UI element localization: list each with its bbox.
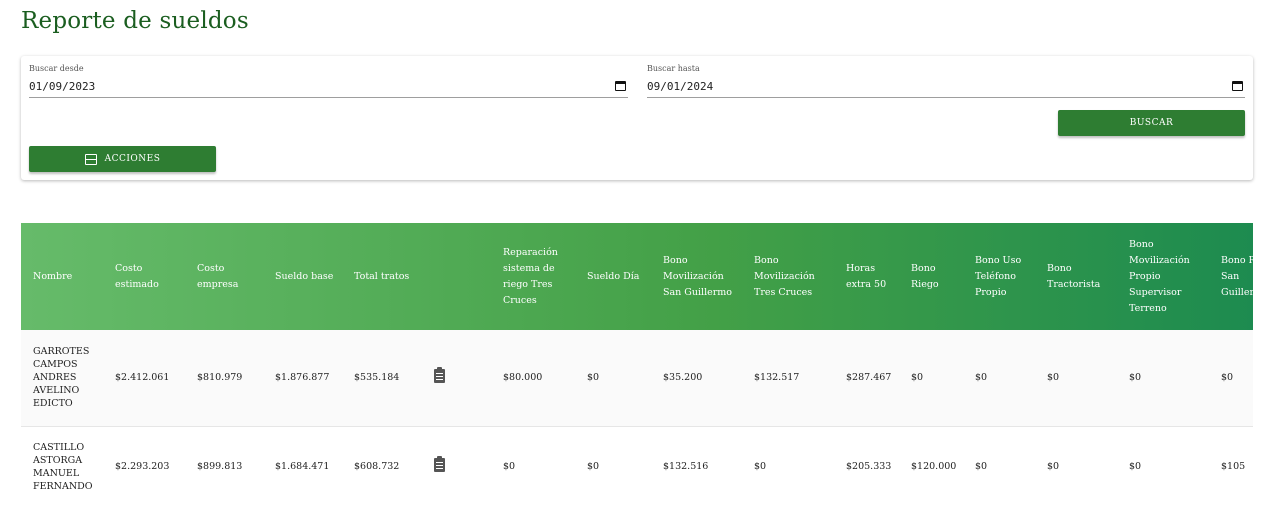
column-header[interactable]: Bono Movilización Tres Cruces	[742, 223, 834, 330]
clipboard-icon[interactable]	[434, 366, 445, 383]
calendar-icon[interactable]	[1232, 81, 1243, 91]
table-cell: $0	[1129, 461, 1142, 472]
table-cell: $120.000	[911, 461, 957, 472]
search-from-input[interactable]: 01/09/2023	[29, 78, 628, 98]
search-from-label: Buscar desde	[29, 64, 84, 73]
table-cell: $132.516	[663, 461, 709, 472]
table-header-row: Nombre Costo estimado Costo empresa Suel…	[21, 223, 1253, 330]
table-cell: $0	[1221, 372, 1234, 384]
table-row: GARROTES CAMPOS ANDRES AVELINO EDICTO $2…	[21, 330, 1253, 426]
table-cell: $0	[587, 372, 600, 384]
page-title: Reporte de sueldos	[21, 8, 249, 34]
table-cell: $1.876.877	[275, 372, 330, 384]
column-header[interactable]: Total tratos	[342, 223, 422, 330]
actions-button[interactable]: ACCIONES	[29, 146, 216, 172]
table-cell: $132.517	[754, 372, 800, 384]
calendar-icon[interactable]	[615, 81, 626, 91]
column-header[interactable]: Sueldo Día	[575, 223, 651, 330]
table-cell-action	[422, 330, 491, 426]
salary-table-container[interactable]: Nombre Costo estimado Costo empresa Suel…	[21, 223, 1253, 507]
table-cell: $287.467	[846, 372, 892, 384]
table-cell: $2.412.061	[115, 372, 170, 384]
table-cell: $0	[754, 461, 767, 472]
table-cell: $0	[975, 461, 988, 472]
table-row: CASTILLO ASTORGA MANUEL FERNANDO $2.293.…	[21, 426, 1253, 507]
search-from-field[interactable]: Buscar desde 01/09/2023	[29, 64, 628, 98]
table-cell: $0	[1129, 372, 1142, 384]
search-to-field[interactable]: Buscar hasta 09/01/2024	[647, 64, 1245, 98]
table-cell: $0	[503, 461, 516, 472]
column-header[interactable]: Bono Tractorista	[1035, 223, 1117, 330]
column-header[interactable]: Bono Movilización Propio Supervisor Terr…	[1117, 223, 1209, 330]
table-cell: $205.333	[846, 461, 892, 472]
inbox-icon	[84, 153, 97, 165]
table-cell-name: GARROTES CAMPOS ANDRES AVELINO EDICTO	[33, 346, 90, 410]
column-header[interactable]: Bono Movilización San Guillermo	[651, 223, 742, 330]
table-cell-name: CASTILLO ASTORGA MANUEL FERNANDO	[33, 441, 93, 492]
search-button[interactable]: BUSCAR	[1058, 110, 1245, 136]
table-cell: $810.979	[197, 372, 243, 384]
column-header[interactable]: Costo empresa	[185, 223, 263, 330]
table-cell: $1.684.471	[275, 461, 330, 472]
table-cell: $0	[587, 461, 600, 472]
table-cell: $535.184	[354, 372, 400, 384]
table-cell: $899.813	[197, 461, 243, 472]
column-header[interactable]: Sueldo base	[263, 223, 342, 330]
table-cell: $0	[1047, 461, 1060, 472]
search-to-input[interactable]: 09/01/2024	[647, 78, 1245, 98]
search-from-value: 01/09/2023	[29, 80, 96, 93]
search-to-value: 09/01/2024	[647, 80, 714, 93]
table-cell: $0	[1047, 372, 1060, 384]
column-header	[422, 223, 491, 330]
column-header[interactable]: Bono Uso Teléfono Propio	[963, 223, 1035, 330]
actions-button-label: ACCIONES	[104, 154, 161, 164]
clipboard-icon[interactable]	[434, 455, 445, 472]
table-cell: $35.200	[663, 372, 703, 384]
column-header[interactable]: Nombre	[21, 223, 103, 330]
filter-card: Buscar desde 01/09/2023 Buscar hasta 09/…	[21, 56, 1253, 180]
column-header[interactable]: Reparación sistema de riego Tres Cruces	[491, 223, 575, 330]
search-to-label: Buscar hasta	[647, 64, 700, 73]
table-cell: $2.293.203	[115, 461, 170, 472]
column-header[interactable]: Horas extra 50	[834, 223, 899, 330]
table-cell: $0	[975, 372, 988, 384]
salary-table: Nombre Costo estimado Costo empresa Suel…	[21, 223, 1253, 507]
column-header[interactable]: Bono Riego	[899, 223, 963, 330]
table-cell: $0	[911, 372, 924, 384]
table-cell: $608.732	[354, 461, 400, 472]
column-header[interactable]: Costo estimado	[103, 223, 185, 330]
column-header[interactable]: Bono Riego San Guillermo	[1209, 223, 1253, 330]
table-cell: $105	[1221, 461, 1246, 472]
table-cell: $80.000	[503, 372, 543, 384]
table-cell-action	[422, 426, 491, 507]
